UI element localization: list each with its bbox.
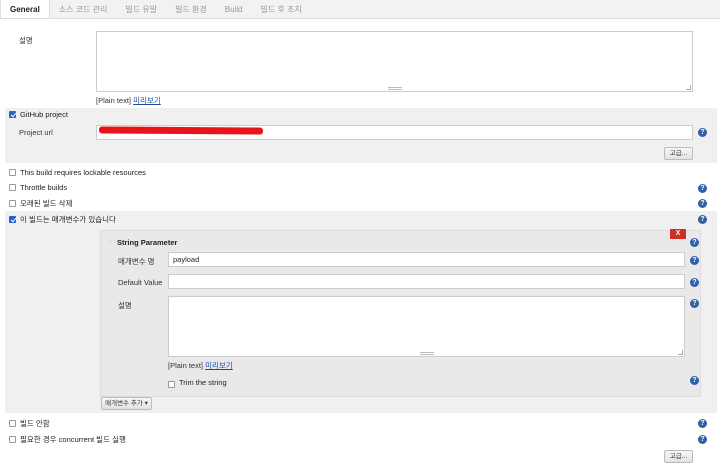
caret-down-icon: ▾ xyxy=(144,400,148,407)
resize-corner[interactable] xyxy=(678,350,683,355)
parameter-description-format: [Plain text] 미리보기 xyxy=(168,360,233,371)
description-textarea[interactable] xyxy=(96,31,693,92)
preview-link[interactable]: 미리보기 xyxy=(133,96,161,105)
concurrent-build-checkbox[interactable] xyxy=(9,436,16,443)
advanced-button[interactable]: 고급... xyxy=(664,147,693,160)
resize-grip[interactable] xyxy=(387,87,402,90)
help-icon[interactable]: ? xyxy=(698,184,707,193)
throttle-builds-label: Throttle builds xyxy=(20,183,68,192)
tab-build[interactable]: Build xyxy=(216,0,252,18)
tab-build-triggers[interactable]: 빌드 유발 xyxy=(116,0,166,18)
drag-handle-icon[interactable]: ⋮⋮ xyxy=(107,237,118,244)
bottom-advanced-button[interactable]: 고급... xyxy=(664,450,693,463)
string-parameter-title: String Parameter xyxy=(117,238,178,247)
parameterized-label: 이 빌드는 매개변수가 있습니다 xyxy=(20,215,116,224)
disable-build-checkbox[interactable] xyxy=(9,420,16,427)
help-icon[interactable]: ? xyxy=(690,256,699,265)
parameter-description-textarea[interactable] xyxy=(168,296,685,357)
delete-parameter-button[interactable]: X xyxy=(670,229,686,239)
tab-post-build[interactable]: 빌드 후 조치 xyxy=(252,0,311,18)
help-icon[interactable]: ? xyxy=(690,299,699,308)
github-project-row: GitHub project xyxy=(9,110,68,119)
parameter-name-label: 매개변수 명 xyxy=(118,257,155,266)
parameter-description-label: 설명 xyxy=(118,301,132,310)
disable-build-row: 빌드 안함 xyxy=(9,418,50,429)
parameter-name-input[interactable]: payload xyxy=(168,252,685,267)
lockable-resources-checkbox[interactable] xyxy=(9,169,16,176)
lockable-resources-row: This build requires lockable resources xyxy=(9,168,146,177)
lockable-resources-label: This build requires lockable resources xyxy=(20,168,146,177)
throttle-builds-row: Throttle builds xyxy=(9,183,67,192)
discard-old-builds-row: 오래된 빌드 삭제 xyxy=(9,198,72,209)
add-parameter-label: 매개변수 추가 xyxy=(105,400,143,407)
default-value-label: Default Value xyxy=(118,278,163,287)
tab-build-environment[interactable]: 빌드 환경 xyxy=(166,0,216,18)
discard-old-builds-label: 오래된 빌드 삭제 xyxy=(20,199,73,208)
plain-text-label: [Plain text] xyxy=(96,96,132,105)
github-project-label: GitHub project xyxy=(20,110,68,119)
help-icon[interactable]: ? xyxy=(690,238,699,247)
tab-scm[interactable]: 소스 코드 관리 xyxy=(50,0,117,18)
help-icon[interactable]: ? xyxy=(698,199,707,208)
help-icon[interactable]: ? xyxy=(690,278,699,287)
help-icon[interactable]: ? xyxy=(698,128,707,137)
discard-old-builds-checkbox[interactable] xyxy=(9,200,16,207)
description-label: 설명 xyxy=(19,36,33,45)
plain-text-label: [Plain text] xyxy=(168,361,204,370)
parameterized-row: 이 빌드는 매개변수가 있습니다 xyxy=(9,214,116,225)
help-icon[interactable]: ? xyxy=(690,376,699,385)
concurrent-build-label: 필요한 경우 concurrent 빌드 실행 xyxy=(20,435,126,444)
trim-string-label: Trim the string xyxy=(179,377,227,387)
add-parameter-button[interactable]: 매개변수 추가 ▾ xyxy=(101,397,152,410)
description-format: [Plain text] 미리보기 xyxy=(96,95,161,106)
concurrent-build-row: 필요한 경우 concurrent 빌드 실행 xyxy=(9,434,126,445)
github-project-checkbox[interactable] xyxy=(9,111,16,118)
parameterized-checkbox[interactable] xyxy=(9,216,16,223)
trim-string-row: Trim the string xyxy=(168,376,227,388)
help-icon[interactable]: ? xyxy=(698,419,707,428)
throttle-builds-checkbox[interactable] xyxy=(9,184,16,191)
help-icon[interactable]: ? xyxy=(698,215,707,224)
disable-build-label: 빌드 안함 xyxy=(20,419,50,428)
tab-bar: General 소스 코드 관리 빌드 유발 빌드 환경 Build 빌드 후 … xyxy=(0,0,720,19)
redaction-mark xyxy=(98,126,264,135)
help-icon[interactable]: ? xyxy=(698,435,707,444)
resize-corner[interactable] xyxy=(686,85,691,90)
resize-grip[interactable] xyxy=(419,352,434,355)
trim-string-checkbox[interactable] xyxy=(168,381,175,388)
project-url-label: Project url xyxy=(19,128,53,137)
default-value-input[interactable] xyxy=(168,274,685,289)
tab-general[interactable]: General xyxy=(0,0,50,18)
preview-link[interactable]: 미리보기 xyxy=(205,361,233,370)
